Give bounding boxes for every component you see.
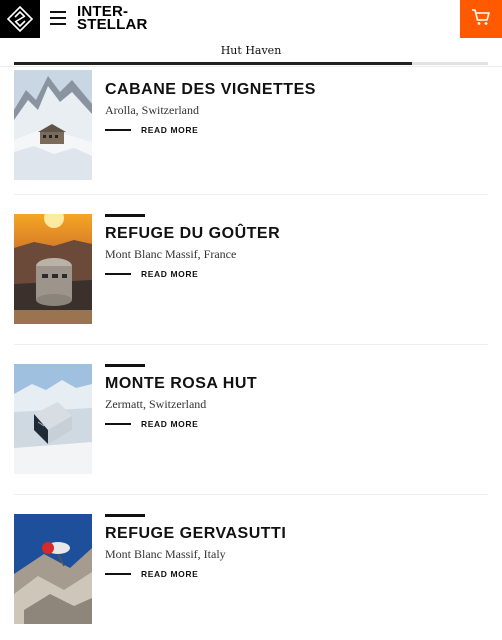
hut-location: Zermatt, Switzerland xyxy=(105,397,207,411)
read-more-link[interactable]: READ MORE xyxy=(105,567,198,581)
diamond-logo-icon[interactable] xyxy=(0,0,40,38)
hut-list: CABANE DES VIGNETTES Arolla, Switzerland… xyxy=(0,66,502,640)
title-accent-bar xyxy=(105,364,145,367)
read-more-line xyxy=(105,129,131,131)
hut-card[interactable]: MONTE ROSA HUT Zermatt, Switzerland READ… xyxy=(14,364,488,474)
scroll-progress-bar xyxy=(14,62,488,65)
brand-line-2: STELLAR xyxy=(77,16,148,33)
hut-name: REFUGE GERVASUTTI xyxy=(105,525,287,542)
hut-card[interactable]: REFUGE DU GOÛTER Mont Blanc Massif, Fran… xyxy=(14,214,488,324)
read-more-line xyxy=(105,423,131,425)
brand-wordmark[interactable]: INTER- STELLAR xyxy=(77,4,148,33)
hut-image-monte-rosa[interactable] xyxy=(14,364,92,474)
cart-button[interactable] xyxy=(460,0,502,38)
page-title: Hut Haven xyxy=(220,44,282,57)
hut-card[interactable]: CABANE DES VIGNETTES Arolla, Switzerland… xyxy=(14,70,488,180)
read-more-label: READ MORE xyxy=(141,125,199,135)
read-more-link[interactable]: READ MORE xyxy=(105,123,198,137)
divider xyxy=(14,194,488,195)
read-more-line xyxy=(105,273,131,275)
hut-card[interactable]: REFUGE GERVASUTTI Mont Blanc Massif, Ita… xyxy=(14,514,488,624)
sub-header: Hut Haven xyxy=(0,38,502,67)
hut-location: Mont Blanc Massif, France xyxy=(105,247,237,261)
hut-image-gervasutti[interactable] xyxy=(14,514,92,624)
title-accent-bar xyxy=(105,214,145,217)
read-more-link[interactable]: READ MORE xyxy=(105,417,198,431)
scroll-progress-fill xyxy=(14,62,413,65)
read-more-label: READ MORE xyxy=(141,419,199,429)
read-more-link[interactable]: READ MORE xyxy=(105,267,198,281)
divider xyxy=(14,344,488,345)
hamburger-icon[interactable] xyxy=(50,11,66,25)
divider xyxy=(14,494,488,495)
hut-location: Arolla, Switzerland xyxy=(105,103,199,117)
top-navigation-bar: INTER- STELLAR xyxy=(0,0,502,38)
read-more-label: READ MORE xyxy=(141,569,199,579)
hut-name: MONTE ROSA HUT xyxy=(105,375,258,392)
title-accent-bar xyxy=(105,514,145,517)
hut-image-gouter[interactable] xyxy=(14,214,92,324)
hut-image-vignettes[interactable] xyxy=(14,70,92,180)
hut-name: CABANE DES VIGNETTES xyxy=(105,81,316,98)
read-more-line xyxy=(105,573,131,575)
hut-name: REFUGE DU GOÛTER xyxy=(105,225,281,242)
hut-location: Mont Blanc Massif, Italy xyxy=(105,547,226,561)
read-more-label: READ MORE xyxy=(141,269,199,279)
cart-icon xyxy=(471,8,491,31)
